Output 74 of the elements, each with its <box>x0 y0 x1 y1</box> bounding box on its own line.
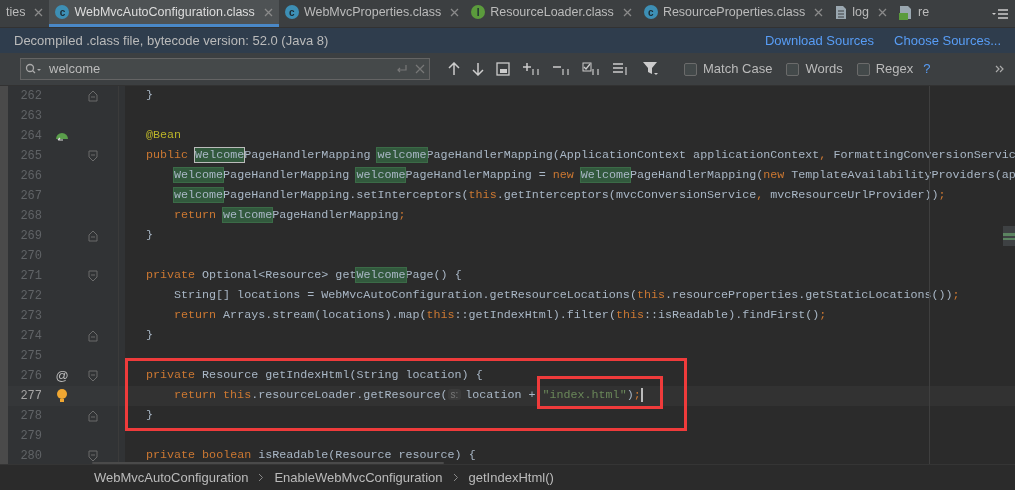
class-icon: c <box>643 5 658 19</box>
override-marker[interactable]: @ <box>55 366 69 386</box>
editor-tab[interactable]: log <box>829 0 893 27</box>
option-label[interactable]: Words <box>805 59 843 79</box>
chevron-icon <box>452 473 459 482</box>
close-icon[interactable] <box>415 64 425 74</box>
code-line: @Bean <box>146 129 182 142</box>
close-icon[interactable] <box>450 7 460 17</box>
select-occurrences-icon[interactable] <box>582 62 600 76</box>
breadcrumb[interactable]: getIndexHtml() <box>468 467 554 488</box>
expand-icon[interactable] <box>995 65 1005 73</box>
code-line: WelcomePageHandlerMapping welcomePageHandlerMapping = new WelcomePageHandlerMapping(new TemplateAvailabilityProviders(ap <box>174 169 1015 182</box>
enter-icon[interactable] <box>395 63 409 75</box>
code-line: private Resource getIndexHtml(String location) { <box>146 369 483 382</box>
option-label[interactable]: Regex <box>875 59 914 79</box>
code-line: welcomePageHandlerMapping.setInterceptors(this.getInterceptors(mvcConversionService, mvcResourceUrlProvider)); <box>174 189 946 202</box>
select-all-icon[interactable] <box>496 62 510 76</box>
editor-tab[interactable]: c WebMvcAutoConfiguration.class <box>49 0 279 27</box>
link[interactable]: Download Sources <box>764 30 875 51</box>
close-icon[interactable] <box>878 7 887 17</box>
search-icon[interactable] <box>25 63 43 75</box>
fold-icon[interactable] <box>88 410 98 422</box>
code-line: private boolean isReadable(Resource resource) { <box>146 449 476 462</box>
bean-icon[interactable] <box>54 130 70 142</box>
text-cursor <box>640 388 643 403</box>
fold-icon[interactable] <box>88 150 98 162</box>
checkbox[interactable] <box>786 62 800 76</box>
search-field[interactable]: welcome <box>20 58 430 80</box>
file-icon <box>899 4 913 20</box>
fold-icon[interactable] <box>88 330 98 342</box>
info-message: Decompiled .class file, bytecode version: 52.0 (Java 8) <box>14 31 329 50</box>
fold-icon[interactable] <box>88 270 98 282</box>
editor-tab[interactable]: re <box>893 0 936 27</box>
breadcrumb[interactable]: EnableWebMvcConfiguration <box>274 467 443 488</box>
code-line: } <box>146 229 153 242</box>
editor-tab[interactable]: c WebMvcProperties.class <box>278 0 466 27</box>
fold-icon[interactable] <box>88 450 98 462</box>
editor-tab[interactable]: I ResourceLoader.class <box>465 0 638 27</box>
fold-icon[interactable] <box>88 370 98 382</box>
code-line: } <box>146 329 153 342</box>
arrow-down-icon[interactable] <box>472 62 484 76</box>
filter-lines-icon[interactable] <box>612 62 630 76</box>
class-icon: c <box>55 5 70 19</box>
code-line: return welcomePageHandlerMapping; <box>174 209 406 222</box>
tab-list-icon[interactable] <box>991 7 1009 20</box>
link[interactable]: Choose Sources... <box>894 30 1001 51</box>
fold-icon[interactable] <box>88 90 98 102</box>
close-icon[interactable] <box>622 7 632 17</box>
scrollbar-marker[interactable] <box>1003 226 1015 246</box>
filter-icon[interactable] <box>642 61 660 77</box>
code-line: } <box>146 89 153 102</box>
search-input[interactable]: welcome <box>49 59 389 79</box>
interface-icon: I <box>471 5 486 19</box>
line-number: 277 <box>19 388 42 405</box>
checkbox[interactable] <box>684 62 697 76</box>
help-link[interactable]: ? <box>923 59 931 79</box>
close-icon[interactable] <box>34 7 44 17</box>
arrow-up-icon[interactable] <box>448 62 460 76</box>
code-line: } <box>146 409 153 422</box>
add-selection-icon[interactable] <box>522 62 540 76</box>
code-line: String[] locations = WebMvcAutoConfiguration.getResourceLocations(this.resourceProperties.getStaticLocations()); <box>174 289 960 302</box>
class-icon: c <box>284 5 299 19</box>
file-icon <box>835 4 848 20</box>
breadcrumb[interactable]: WebMvcAutoConfiguration <box>94 467 249 488</box>
option-label[interactable]: Match Case <box>703 59 773 79</box>
chevron-icon <box>258 473 265 482</box>
bulb-icon[interactable] <box>56 388 68 404</box>
close-icon[interactable] <box>263 7 273 17</box>
fold-icon[interactable] <box>88 230 98 242</box>
editor-tab[interactable]: c ResourceProperties.class <box>637 0 830 27</box>
editor-tab[interactable]: ties <box>0 0 50 27</box>
code-line: return Arrays.stream(locations).map(this::getIndexHtml).filter(this::isReadable).findFirst(); <box>174 309 827 322</box>
close-icon[interactable] <box>814 7 824 17</box>
checkbox[interactable] <box>856 62 870 76</box>
